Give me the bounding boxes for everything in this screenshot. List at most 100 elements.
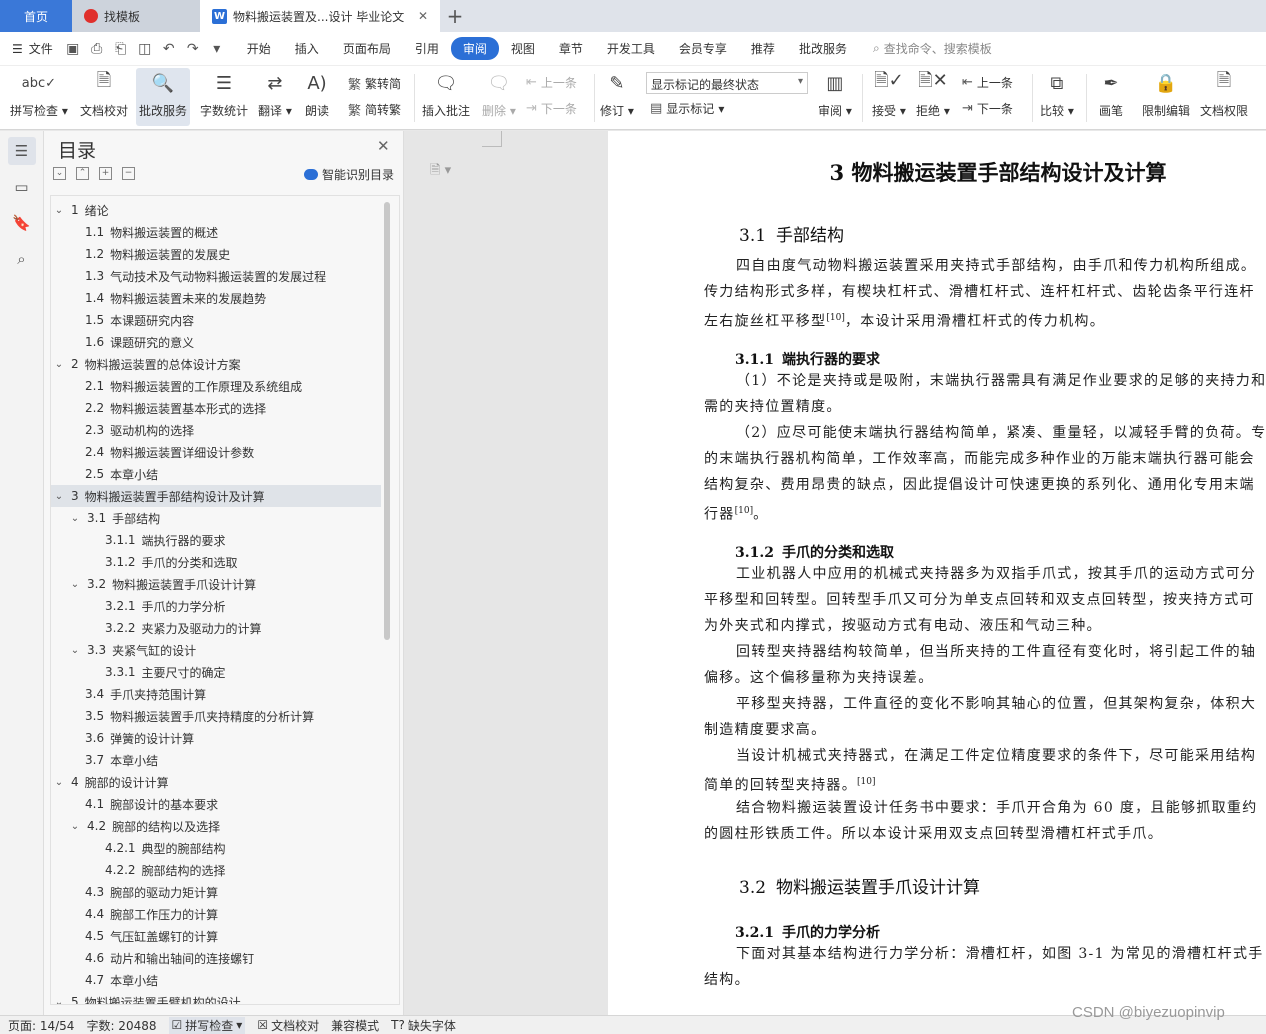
undo-icon[interactable]: ↶ (159, 41, 179, 57)
more-chevron-icon[interactable]: ▾ (207, 41, 227, 57)
toc-item[interactable]: ⌄ 4 腕部的设计计算 (51, 771, 381, 793)
show-markup-button[interactable]: ▤ 显示标记 ▾ (650, 100, 724, 117)
missing-fonts[interactable]: T? 缺失字体 (391, 1017, 456, 1034)
toc-item[interactable]: ⌄ 3.3 夹紧气缸的设计 (51, 639, 381, 661)
next-change-button[interactable]: ⇥ 下一条 (962, 100, 1013, 117)
toc-item[interactable]: 4.2.1 典型的腕部结构 (51, 837, 381, 859)
tab-document[interactable]: W 物料搬运装置及...设计 毕业论文 ✕ (200, 0, 440, 32)
track-changes-button[interactable]: ✎ 修订 ▾ (600, 68, 634, 119)
save-icon[interactable]: ▣ (63, 41, 83, 57)
toc-item[interactable]: ⌄ 3.1 手部结构 (51, 507, 381, 529)
toc-item[interactable]: 4.2.2 腕部结构的选择 (51, 859, 381, 881)
toc-item[interactable]: ⌄ 3 物料搬运装置手部结构设计及计算 (51, 485, 381, 507)
toc-item[interactable]: 1.1 物料搬运装置的概述 (51, 221, 381, 243)
doc-permission-button[interactable]: 🗎 文档权限 (1200, 68, 1248, 119)
menu-item-recommend[interactable]: 推荐 (739, 37, 787, 60)
print-icon[interactable]: ⎗ (111, 41, 131, 57)
chevron-down-icon[interactable]: ⌄ (69, 579, 81, 590)
read-aloud-button[interactable]: A) 朗读 (302, 68, 332, 119)
toc-item[interactable]: 3.5 物料搬运装置手爪夹持精度的分析计算 (51, 705, 381, 727)
toc-item[interactable]: 3.6 弹簧的设计计算 (51, 727, 381, 749)
file-menu[interactable]: ☰ 文件 (12, 40, 53, 57)
translate-button[interactable]: ⇄ 翻译 ▾ (258, 68, 292, 119)
toc-item[interactable]: 1.6 课题研究的意义 (51, 331, 381, 353)
redo-icon[interactable]: ↷ (183, 41, 203, 57)
prev-change-button[interactable]: ⇤ 上一条 (962, 74, 1013, 91)
reject-button[interactable]: 🗎✕ 拒绝 ▾ (916, 68, 950, 119)
add-level-icon[interactable]: + (99, 167, 112, 180)
toc-item[interactable]: 2.3 驱动机构的选择 (51, 419, 381, 441)
chapter-nav-icon[interactable]: ▭ (8, 173, 36, 201)
chevron-down-icon[interactable]: ⌄ (53, 205, 65, 216)
chevron-down-icon[interactable]: ⌄ (53, 997, 65, 1005)
collapse-all-icon[interactable]: ⌄ (53, 167, 66, 180)
toc-item[interactable]: 2.4 物料搬运装置详细设计参数 (51, 441, 381, 463)
to-simplified-button[interactable]: 繁简转繁 (348, 100, 401, 119)
toc-item[interactable]: 4.5 气压缸盖螺钉的计算 (51, 925, 381, 947)
pen-button[interactable]: ✒ 画笔 (1096, 68, 1126, 119)
toc-item[interactable]: 2.2 物料搬运装置基本形式的选择 (51, 397, 381, 419)
chevron-down-icon[interactable]: ⌄ (53, 777, 65, 788)
menu-item-devtools[interactable]: 开发工具 (595, 37, 667, 60)
next-comment-button[interactable]: ⇥ 下一条 (526, 100, 577, 117)
toc-item[interactable]: 2.5 本章小结 (51, 463, 381, 485)
toc-panel-icon[interactable]: ☰ (7, 137, 36, 165)
toc-item[interactable]: 3.1.1 端执行器的要求 (51, 529, 381, 551)
menu-item-membership[interactable]: 会员专享 (667, 37, 739, 60)
remove-level-icon[interactable]: − (122, 167, 135, 180)
spellcheck-button[interactable]: abc✓ 拼写检查 ▾ (10, 68, 68, 119)
accept-button[interactable]: 🗎✓ 接受 ▾ (872, 68, 906, 119)
export-icon[interactable]: ⎙ (87, 41, 107, 57)
toc-item[interactable]: 1.3 气动技术及气动物料搬运装置的发展过程 (51, 265, 381, 287)
toc-item[interactable]: 1.5 本课题研究内容 (51, 309, 381, 331)
menu-item-references[interactable]: 引用 (403, 37, 451, 60)
toc-item[interactable]: ⌄ 1 绪论 (51, 199, 381, 221)
delete-comment-button[interactable]: 🗨 删除 ▾ (482, 68, 516, 119)
markup-mode-select[interactable]: 显示标记的最终状态 (646, 72, 808, 94)
menu-item-insert[interactable]: 插入 (283, 37, 331, 60)
menu-item-layout[interactable]: 页面布局 (331, 37, 403, 60)
chevron-down-icon[interactable]: ⌄ (53, 359, 65, 370)
toc-item[interactable]: 4.4 腕部工作压力的计算 (51, 903, 381, 925)
toc-item[interactable]: 3.2.2 夹紧力及驱动力的计算 (51, 617, 381, 639)
toc-item[interactable]: ⌄ 4.2 腕部的结构以及选择 (51, 815, 381, 837)
menu-item-review-service[interactable]: 批改服务 (787, 37, 859, 60)
toc-item[interactable]: ⌄ 3.2 物料搬运装置手爪设计计算 (51, 573, 381, 595)
menu-item-home[interactable]: 开始 (235, 37, 283, 60)
toc-item[interactable]: 1.4 物料搬运装置未来的发展趋势 (51, 287, 381, 309)
toc-item[interactable]: 4.7 本章小结 (51, 969, 381, 991)
document-page[interactable]: 🗎 ▾ 3 物料搬运装置手部结构设计及计算 3.1 手部结构 四自由度气动物料搬运… (430, 131, 1266, 1015)
find-icon[interactable]: ⌕ (8, 245, 36, 273)
toc-item[interactable]: 3.7 本章小结 (51, 749, 381, 771)
toc-item[interactable]: 1.2 物料搬运装置的发展史 (51, 243, 381, 265)
toc-item[interactable]: 4.3 腕部的驱动力矩计算 (51, 881, 381, 903)
print-preview-icon[interactable]: ◫ (135, 41, 155, 57)
review-pane-button[interactable]: ▥ 审阅 ▾ (818, 68, 852, 119)
close-tab-icon[interactable]: ✕ (418, 9, 428, 23)
chevron-down-icon[interactable]: ⌄ (69, 645, 81, 656)
toc-scrollbar[interactable] (384, 202, 390, 640)
toc-item[interactable]: 4.1 腕部设计的基本要求 (51, 793, 381, 815)
expand-all-icon[interactable]: ⌃ (76, 167, 89, 180)
menu-item-section[interactable]: 章节 (547, 37, 595, 60)
bookmark-icon[interactable]: 🔖 (8, 209, 36, 237)
review-service-button[interactable]: 🔍 批改服务 (136, 68, 191, 126)
page-icon[interactable]: 🗎 ▾ (430, 161, 451, 183)
toc-item[interactable]: 2.1 物料搬运装置的工作原理及系统组成 (51, 375, 381, 397)
word-count-button[interactable]: ☰ 字数统计 (200, 68, 248, 119)
chevron-down-icon[interactable]: ⌄ (69, 513, 81, 524)
toc-item[interactable]: 3.1.2 手爪的分类和选取 (51, 551, 381, 573)
status-doc-proof[interactable]: ☒ 文档校对 (257, 1017, 319, 1034)
new-tab-plus-icon[interactable]: + (440, 0, 470, 32)
toc-item[interactable]: 3.2.1 手爪的力学分析 (51, 595, 381, 617)
toc-item[interactable]: 3.4 手爪夹持范围计算 (51, 683, 381, 705)
doc-proof-button[interactable]: 🗎 文档校对 (80, 68, 128, 119)
chevron-down-icon[interactable]: ⌄ (53, 491, 65, 502)
restrict-edit-button[interactable]: 🔒 限制编辑 (1142, 68, 1190, 119)
toc-item[interactable]: 3.3.1 主要尺寸的确定 (51, 661, 381, 683)
close-icon[interactable]: ✕ (377, 137, 390, 155)
toc-item[interactable]: 4.6 动片和输出轴间的连接螺钉 (51, 947, 381, 969)
tab-home[interactable]: 首页 (0, 0, 72, 32)
command-search[interactable]: ⌕ 查找命令、搜索模板 (873, 40, 992, 57)
tab-template[interactable]: 找模板 (72, 0, 200, 32)
